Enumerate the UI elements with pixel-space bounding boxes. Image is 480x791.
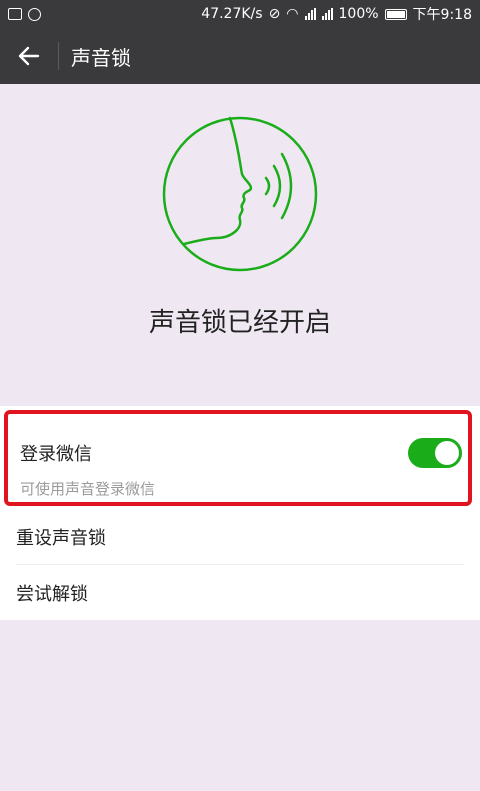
signal-icon (304, 8, 316, 20)
login-wechat-toggle[interactable] (408, 438, 462, 468)
battery-icon (384, 8, 407, 20)
back-button[interactable] (0, 28, 58, 84)
login-wechat-label: 登录微信 (20, 444, 92, 465)
login-wechat-item[interactable]: 登录微信 可使用声音登录微信 (4, 410, 472, 506)
clock: 下午9:18 (412, 7, 472, 23)
arrow-left-icon (18, 46, 40, 66)
network-speed: 47.27K/s (201, 6, 263, 22)
minus-circle-icon (28, 7, 41, 21)
voice-lock-hero: 声音锁已经开启 (0, 84, 480, 406)
image-icon (8, 8, 22, 20)
list-divider (16, 564, 464, 565)
app-bar-divider (58, 42, 59, 70)
reset-voice-lock-item[interactable]: 重设声音锁 (16, 524, 464, 550)
login-wechat-description: 可使用声音登录微信 (20, 480, 156, 498)
settings-list: 登录微信 可使用声音登录微信 重设声音锁 尝试解锁 (0, 406, 480, 620)
page-title: 声音锁 (71, 45, 131, 70)
status-left (8, 7, 41, 21)
voice-face-icon (162, 116, 318, 272)
mute-icon: ⊘ (268, 6, 281, 22)
toggle-knob (435, 441, 459, 465)
try-unlock-item[interactable]: 尝试解锁 (16, 580, 464, 606)
signal-icon-2 (321, 8, 333, 20)
status-bar: 47.27K/s ⊘ ◠ 100% 下午9:18 (0, 0, 480, 28)
app-bar: 声音锁 (0, 28, 480, 84)
status-right: 47.27K/s ⊘ ◠ 100% 下午9:18 (201, 4, 472, 24)
battery-percent: 100% (338, 6, 379, 22)
wifi-icon: ◠ (286, 6, 299, 22)
voice-lock-status-title: 声音锁已经开启 (148, 308, 331, 338)
